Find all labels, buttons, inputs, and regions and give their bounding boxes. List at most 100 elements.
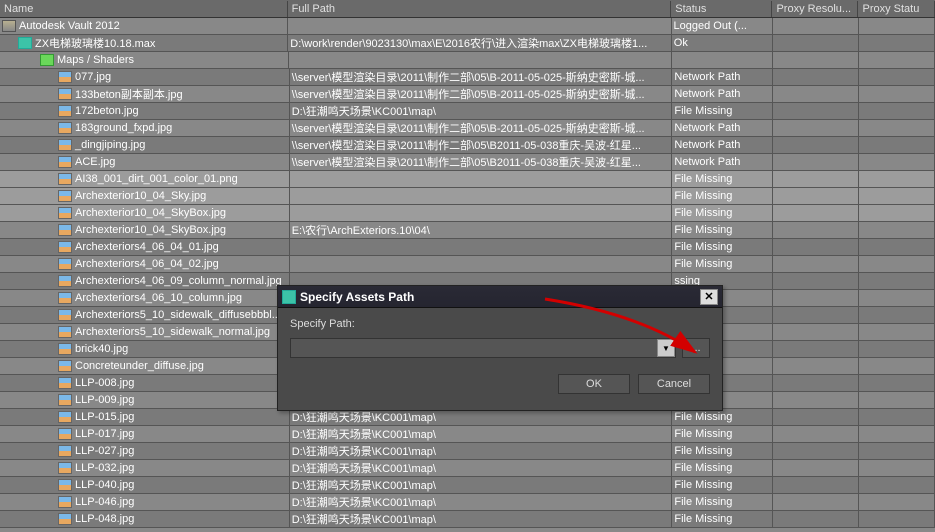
table-row[interactable]: LLP-027.jpgD:\狂潮鸣天场景\KC001\map\File Miss… xyxy=(0,443,935,460)
table-row[interactable]: LLP-046.jpgD:\狂潮鸣天场景\KC001\map\File Miss… xyxy=(0,494,935,511)
cell-proxystat xyxy=(859,18,935,34)
cell-name: Archexterior10_04_SkyBox.jpg xyxy=(0,222,290,238)
cell-status: Ok xyxy=(672,35,773,51)
table-row[interactable]: 077.jpg\\server\模型渲染目录\2011\制作二部\05\B-20… xyxy=(0,69,935,86)
table-row[interactable]: LLP-015.jpgD:\狂潮鸣天场景\KC001\map\File Miss… xyxy=(0,409,935,426)
cell-name: LLP-027.jpg xyxy=(0,443,290,459)
img-icon xyxy=(58,496,72,508)
table-row[interactable]: Archexteriors4_06_04_01.jpgFile Missing xyxy=(0,239,935,256)
cell-name: Archexteriors4_06_04_01.jpg xyxy=(0,239,290,255)
row-name-text: Concreteunder_diffuse.jpg xyxy=(75,360,204,372)
dropdown-button[interactable]: ▼ xyxy=(657,339,675,357)
table-row[interactable]: AI38_001_dirt_001_color_01.pngFile Missi… xyxy=(0,171,935,188)
col-header-status[interactable]: Status xyxy=(671,1,772,17)
cell-path xyxy=(290,239,673,255)
cell-status xyxy=(672,52,773,68)
cell-proxystat xyxy=(859,392,935,408)
row-name-text: LLP-046.jpg xyxy=(75,496,134,508)
cell-proxystat xyxy=(859,426,935,442)
img-icon xyxy=(58,394,72,406)
table-row[interactable]: 172beton.jpgD:\狂潮鸣天场景\KC001\map\File Mis… xyxy=(0,103,935,120)
cell-name: LLP-032.jpg xyxy=(0,460,290,476)
cell-name: LLP-017.jpg xyxy=(0,426,290,442)
cell-proxyres xyxy=(773,35,859,51)
cell-name: 183ground_fxpd.jpg xyxy=(0,120,290,136)
cell-proxyres xyxy=(773,120,859,136)
cell-proxyres xyxy=(773,69,859,85)
col-header-name[interactable]: Name xyxy=(0,1,288,17)
cancel-button[interactable]: Cancel xyxy=(638,374,710,394)
cell-proxyres xyxy=(773,103,859,119)
table-row[interactable]: 183ground_fxpd.jpg\\server\模型渲染目录\2011\制… xyxy=(0,120,935,137)
table-row[interactable]: LLP-032.jpgD:\狂潮鸣天场景\KC001\map\File Miss… xyxy=(0,460,935,477)
browse-button[interactable]: ... xyxy=(682,338,710,358)
cell-status: File Missing xyxy=(672,477,773,493)
cell-proxyres xyxy=(773,154,859,170)
img-icon xyxy=(58,190,72,202)
col-header-proxyres[interactable]: Proxy Resolu... xyxy=(772,1,858,17)
cell-name: _dingjiping.jpg xyxy=(0,137,290,153)
col-header-fullpath[interactable]: Full Path xyxy=(288,1,672,17)
row-name-text: ACE.jpg xyxy=(75,156,115,168)
row-name-text: LLP-008.jpg xyxy=(75,377,134,389)
cell-proxystat xyxy=(859,188,935,204)
cell-proxyres xyxy=(773,290,859,306)
path-input[interactable]: ▼ xyxy=(290,338,676,358)
cell-proxyres xyxy=(773,358,859,374)
ok-button[interactable]: OK xyxy=(558,374,630,394)
cell-name: Archexteriors5_10_sidewalk_normal.jpg xyxy=(0,324,290,340)
cell-proxystat xyxy=(859,460,935,476)
table-row[interactable]: Archexterior10_04_Sky.jpgFile Missing xyxy=(0,188,935,205)
cell-proxyres xyxy=(773,222,859,238)
cell-name: LLP-008.jpg xyxy=(0,375,290,391)
max-icon xyxy=(18,37,32,49)
row-name-text: 077.jpg xyxy=(75,71,111,83)
table-row[interactable]: _dingjiping.jpg\\server\模型渲染目录\2011\制作二部… xyxy=(0,137,935,154)
table-row[interactable]: Autodesk Vault 2012Logged Out (... xyxy=(0,18,935,35)
specify-path-label: Specify Path: xyxy=(290,318,710,330)
img-icon xyxy=(58,71,72,83)
img-icon xyxy=(58,122,72,134)
img-icon xyxy=(58,88,72,100)
table-row[interactable]: Archexterior10_04_SkyBox.jpgFile Missing xyxy=(0,205,935,222)
cell-status: File Missing xyxy=(672,426,773,442)
cell-path: D:\狂潮鸣天场景\KC001\map\ xyxy=(290,443,673,459)
table-row[interactable]: ZX电梯玻璃楼10.18.maxD:\work\render\9023130\m… xyxy=(0,35,935,52)
cell-status: File Missing xyxy=(672,409,773,425)
cell-proxyres xyxy=(773,392,859,408)
cell-proxyres xyxy=(773,307,859,323)
table-row[interactable]: Archexteriors4_06_04_02.jpgFile Missing xyxy=(0,256,935,273)
cell-name: Autodesk Vault 2012 xyxy=(0,18,288,34)
img-icon xyxy=(58,309,72,321)
table-row[interactable]: ACE.jpg\\server\模型渲染目录\2011\制作二部\05\B201… xyxy=(0,154,935,171)
img-icon xyxy=(58,275,72,287)
img-icon xyxy=(58,326,72,338)
row-name-text: Archexteriors4_06_04_01.jpg xyxy=(75,241,219,253)
cell-status: File Missing xyxy=(672,511,773,527)
cell-path: D:\狂潮鸣天场景\KC001\map\ xyxy=(290,494,673,510)
cell-path: \\server\模型渲染目录\2011\制作二部\05\B-2011-05-0… xyxy=(290,86,673,102)
cell-status: File Missing xyxy=(672,205,773,221)
cell-proxystat xyxy=(859,239,935,255)
img-icon xyxy=(58,462,72,474)
table-row[interactable]: LLP-048.jpgD:\狂潮鸣天场景\KC001\map\File Miss… xyxy=(0,511,935,528)
col-header-proxystat[interactable]: Proxy Statu xyxy=(858,1,935,17)
img-icon xyxy=(58,343,72,355)
row-name-text: LLP-040.jpg xyxy=(75,479,134,491)
cell-proxystat xyxy=(859,443,935,459)
close-button[interactable]: ✕ xyxy=(700,289,718,305)
img-icon xyxy=(58,224,72,236)
table-row[interactable]: 133beton副本副本.jpg \\server\模型渲染目录\2011\制作二… xyxy=(0,86,935,103)
cell-status: File Missing xyxy=(672,103,773,119)
table-row[interactable]: LLP-040.jpgD:\狂潮鸣天场景\KC001\map\File Miss… xyxy=(0,477,935,494)
dialog-titlebar[interactable]: Specify Assets Path ✕ xyxy=(278,286,722,308)
cell-status: Network Path xyxy=(672,120,773,136)
cell-proxystat xyxy=(859,222,935,238)
table-row[interactable]: Archexterior10_04_SkyBox.jpgE:\农行\ArchEx… xyxy=(0,222,935,239)
table-row[interactable]: Maps / Shaders xyxy=(0,52,935,69)
table-row[interactable]: LLP-017.jpgD:\狂潮鸣天场景\KC001\map\File Miss… xyxy=(0,426,935,443)
cell-name: ACE.jpg xyxy=(0,154,290,170)
cell-name: LLP-048.jpg xyxy=(0,511,290,527)
cell-proxystat xyxy=(859,409,935,425)
row-name-text: 133beton副本副本.jpg xyxy=(75,86,183,102)
